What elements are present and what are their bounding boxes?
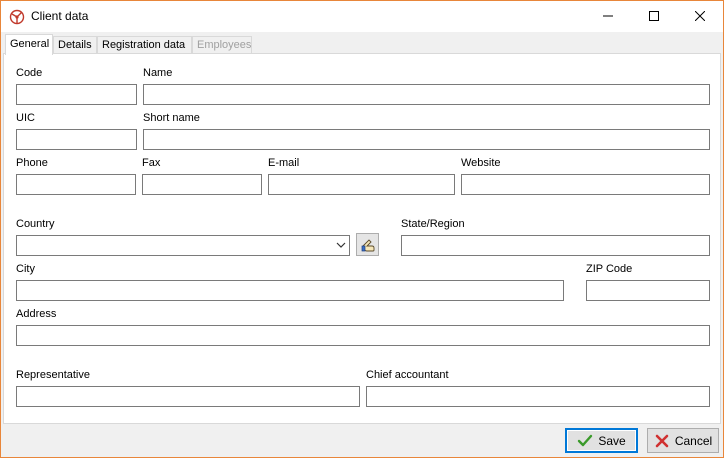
zip-code-label: ZIP Code bbox=[586, 263, 633, 275]
title-bar[interactable]: Client data bbox=[1, 1, 723, 32]
website-field[interactable] bbox=[461, 174, 710, 195]
chevron-down-icon bbox=[336, 242, 346, 248]
client-data-window: Client data General Details Registration… bbox=[0, 0, 724, 458]
state-region-label: State/Region bbox=[401, 218, 465, 230]
save-button[interactable]: Save bbox=[565, 428, 638, 453]
tab-employees: Employees bbox=[192, 36, 252, 54]
app-icon bbox=[9, 9, 25, 25]
country-select[interactable] bbox=[16, 235, 350, 256]
tab-registration-data[interactable]: Registration data bbox=[97, 36, 192, 54]
country-picker-button[interactable] bbox=[356, 233, 379, 256]
cross-icon bbox=[655, 434, 669, 447]
close-icon bbox=[695, 11, 705, 21]
phone-label: Phone bbox=[16, 157, 48, 169]
email-label: E-mail bbox=[268, 157, 300, 169]
phone-field[interactable] bbox=[16, 174, 136, 195]
chief-accountant-label: Chief accountant bbox=[366, 369, 449, 381]
name-label: Name bbox=[143, 67, 173, 79]
minimize-icon bbox=[603, 15, 613, 17]
code-label: Code bbox=[16, 67, 43, 79]
cancel-button-label: Cancel bbox=[674, 433, 713, 448]
address-label: Address bbox=[16, 308, 57, 320]
maximize-icon bbox=[649, 11, 659, 21]
cancel-button[interactable]: Cancel bbox=[647, 428, 719, 453]
maximize-button[interactable] bbox=[631, 1, 677, 31]
city-label: City bbox=[16, 263, 35, 275]
name-field[interactable] bbox=[143, 84, 710, 105]
uic-label: UIC bbox=[16, 112, 35, 124]
general-tab-panel: Code Name UIC Short name Phone Fax E-mai… bbox=[3, 53, 721, 424]
website-label: Website bbox=[461, 157, 501, 169]
email-field[interactable] bbox=[268, 174, 455, 195]
representative-field[interactable] bbox=[16, 386, 360, 407]
uic-field[interactable] bbox=[16, 129, 137, 150]
short-name-label: Short name bbox=[143, 112, 200, 124]
zip-code-field[interactable] bbox=[586, 280, 710, 301]
country-label: Country bbox=[16, 218, 55, 230]
city-field[interactable] bbox=[16, 280, 564, 301]
representative-label: Representative bbox=[16, 369, 90, 381]
chief-accountant-field[interactable] bbox=[366, 386, 710, 407]
fax-field[interactable] bbox=[142, 174, 262, 195]
checkmark-icon bbox=[578, 434, 593, 446]
save-button-label: Save bbox=[598, 433, 626, 448]
address-field[interactable] bbox=[16, 325, 710, 346]
short-name-field[interactable] bbox=[143, 129, 710, 150]
state-region-field[interactable] bbox=[401, 235, 710, 256]
fax-label: Fax bbox=[142, 157, 161, 169]
code-field[interactable] bbox=[16, 84, 137, 105]
tab-details[interactable]: Details bbox=[53, 36, 97, 54]
tab-general[interactable]: General bbox=[5, 34, 53, 55]
close-button[interactable] bbox=[677, 1, 723, 31]
minimize-button[interactable] bbox=[585, 1, 631, 31]
window-title: Client data bbox=[31, 9, 89, 23]
pointing-hand-icon bbox=[361, 238, 374, 251]
